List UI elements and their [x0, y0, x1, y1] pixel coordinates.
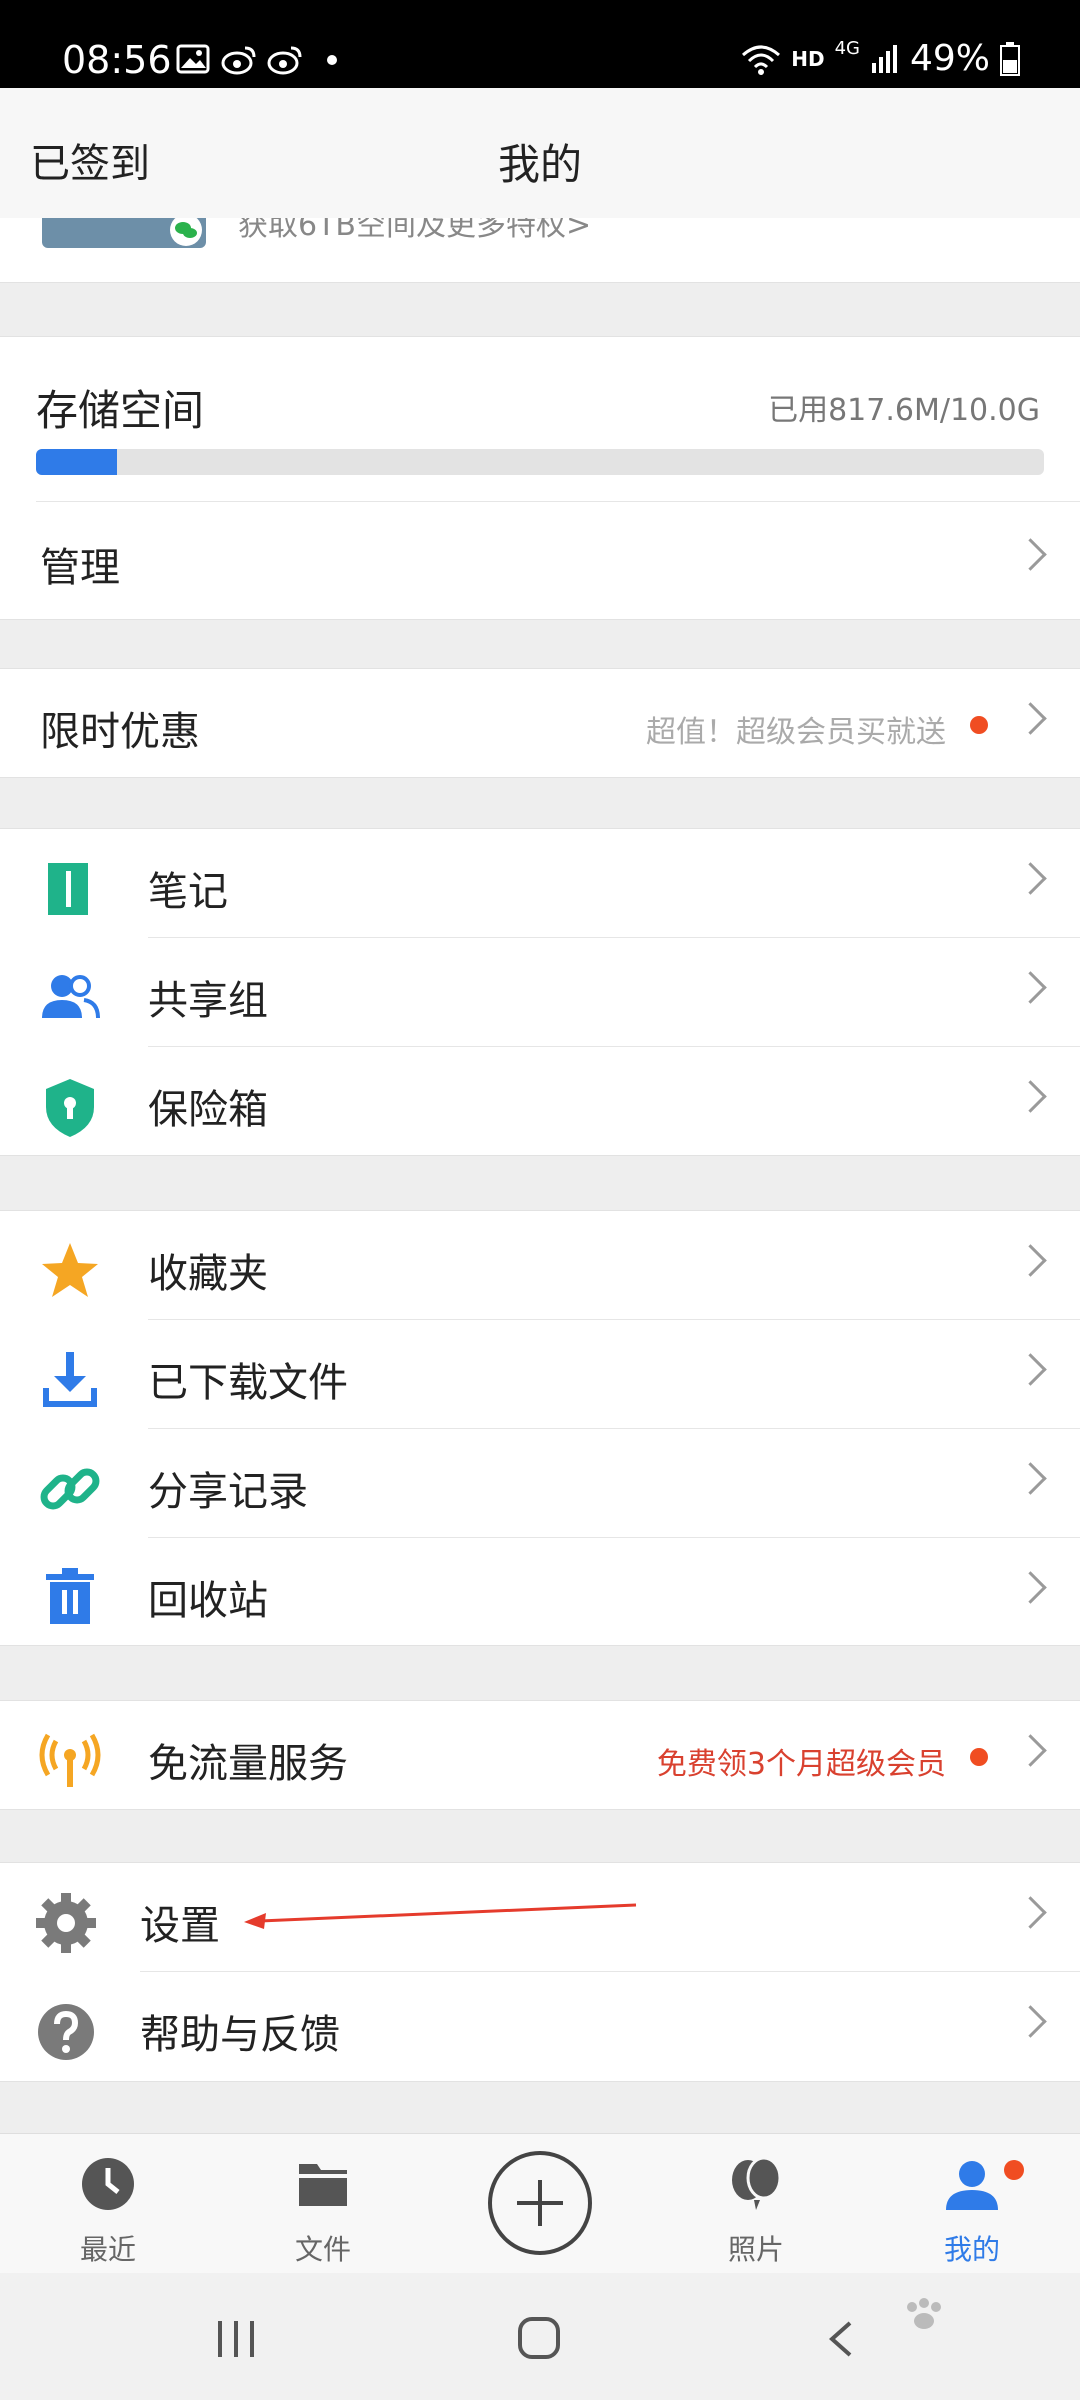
tab-photos-label: 照片	[727, 2233, 784, 2266]
free-traffic-label: 免流量服务	[148, 1741, 348, 1787]
note-label: 笔记	[148, 869, 228, 915]
limited-offer-row[interactable]: 限时优惠 超值！超级会员买就送	[0, 668, 1080, 778]
chevron-right-icon	[1014, 1244, 1047, 1277]
red-arrow-annotation	[244, 1903, 637, 1929]
downloaded-files-row[interactable]: 已下载文件	[0, 1320, 1080, 1428]
wechat-icon	[170, 218, 202, 246]
chevron-right-icon	[1014, 1896, 1047, 1929]
red-dot-badge	[970, 716, 988, 734]
limited-offer-label: 限时优惠	[40, 709, 200, 755]
tools-group-2: 收藏夹 已下载文件 分享记录 回收站	[0, 1210, 1080, 1646]
share-group-row[interactable]: 共享组	[0, 938, 1080, 1046]
free-traffic-hint: 免费领3个月超级会员	[656, 1747, 946, 1782]
signed-in-button[interactable]: 已签到	[30, 131, 150, 189]
share-group-label: 共享组	[148, 978, 268, 1024]
gallery-notification-icon	[176, 44, 210, 74]
tools-group-1: 笔记 共享组 保险箱	[0, 828, 1080, 1156]
network-gen: 4G	[834, 38, 860, 59]
status-bar: 08:56 HD 4G 49%	[0, 0, 1080, 88]
chevron-right-icon	[1014, 1734, 1047, 1767]
clock-icon	[82, 2158, 134, 2210]
page-title: 我的	[497, 140, 582, 189]
tab-photos[interactable]: 照片	[676, 2134, 836, 2274]
download-icon	[43, 1352, 97, 1407]
limited-offer-hint: 超值！超级会员买就送	[646, 715, 946, 750]
chevron-right-icon	[1014, 1080, 1047, 1113]
chevron-right-icon	[1014, 702, 1047, 735]
photos-balloon-icon	[732, 2156, 782, 2210]
safe-shield-icon	[46, 1079, 94, 1137]
storage-usage: 已用817.6M/10.0G	[768, 393, 1040, 428]
tab-me-red-dot	[1004, 2160, 1024, 2180]
add-button[interactable]	[460, 2134, 620, 2274]
safe-box-label: 保险箱	[148, 1087, 268, 1133]
gear-icon	[36, 1893, 96, 1953]
bottom-tab-bar: 最近 文件 照片 我的	[0, 2133, 1080, 2274]
chevron-right-icon	[1014, 971, 1047, 1004]
link-icon	[40, 1468, 100, 1510]
red-dot-badge	[970, 1748, 988, 1766]
storage-section: 存储空间 已用817.6M/10.0G 管理	[0, 336, 1080, 620]
storage-title: 存储空间	[36, 386, 205, 435]
safe-box-row[interactable]: 保险箱	[0, 1047, 1080, 1155]
manage-storage-row[interactable]: 管理	[0, 505, 1080, 613]
baidu-watermark-logo	[826, 2293, 1036, 2383]
membership-promo-card[interactable]: 获取6TB空间及更多特权>	[0, 218, 1080, 283]
promo-text: 获取6TB空间及更多特权>	[238, 218, 592, 243]
recycle-bin-label: 回收站	[148, 1578, 268, 1624]
hd-indicator: HD	[791, 46, 825, 71]
users-icon	[42, 975, 100, 1019]
home-icon[interactable]	[516, 2315, 562, 2361]
favorites-label: 收藏夹	[148, 1251, 268, 1297]
chevron-right-icon	[1014, 1353, 1047, 1386]
chevron-right-icon	[1014, 1462, 1047, 1495]
tab-files[interactable]: 文件	[243, 2134, 403, 2274]
settings-label: 设置	[140, 1903, 220, 1949]
system-navigation-bar	[0, 2273, 1080, 2400]
note-icon	[48, 863, 88, 915]
help-icon	[38, 2004, 94, 2060]
promo-thumbnail	[42, 218, 206, 248]
battery-percent: 49%	[909, 38, 990, 79]
share-records-row[interactable]: 分享记录	[0, 1429, 1080, 1537]
free-traffic-row[interactable]: 免流量服务 免费领3个月超级会员	[0, 1700, 1080, 1810]
tab-recent[interactable]: 最近	[28, 2134, 188, 2274]
weibo-notification-icon	[221, 46, 256, 75]
plus-circle-icon	[488, 2151, 592, 2255]
settings-row[interactable]: 设置	[0, 1863, 1080, 1971]
chevron-right-icon	[1014, 1571, 1047, 1604]
settings-group: 设置 帮助与反馈	[0, 1862, 1080, 2082]
more-notifications-dot-icon	[327, 55, 337, 65]
battery-icon	[1000, 41, 1020, 76]
trash-icon	[46, 1568, 94, 1624]
recycle-bin-row[interactable]: 回收站	[0, 1538, 1080, 1646]
signal-icon	[871, 44, 897, 73]
tab-me-label: 我的	[943, 2233, 1000, 2266]
chevron-right-icon	[1014, 862, 1047, 895]
downloaded-files-label: 已下载文件	[148, 1360, 348, 1406]
favorites-row[interactable]: 收藏夹	[0, 1211, 1080, 1319]
recent-apps-icon[interactable]	[214, 2319, 258, 2359]
share-records-label: 分享记录	[148, 1469, 308, 1515]
storage-progress-fill	[36, 449, 117, 475]
wifi-icon	[742, 45, 781, 75]
help-feedback-label: 帮助与反馈	[140, 2012, 340, 2058]
baidu-paw-icon	[907, 2298, 941, 2329]
note-row[interactable]: 笔记	[0, 829, 1080, 937]
tab-recent-label: 最近	[79, 2233, 136, 2266]
antenna-icon	[39, 1733, 101, 1787]
top-header: 我的 已签到	[0, 88, 1080, 218]
user-icon	[946, 2161, 998, 2210]
manage-label: 管理	[40, 545, 120, 591]
tab-me[interactable]: 我的	[892, 2134, 1052, 2274]
status-time: 08:56	[62, 38, 172, 82]
weibo-notification-icon-2	[267, 46, 302, 75]
tab-files-label: 文件	[294, 2233, 351, 2266]
help-feedback-row[interactable]: 帮助与反馈	[0, 1972, 1080, 2080]
chevron-right-icon	[1014, 2005, 1047, 2038]
storage-progress-bar	[36, 449, 1044, 475]
folder-icon	[299, 2164, 347, 2206]
chevron-right-icon	[1014, 538, 1047, 571]
star-icon	[42, 1243, 98, 1297]
